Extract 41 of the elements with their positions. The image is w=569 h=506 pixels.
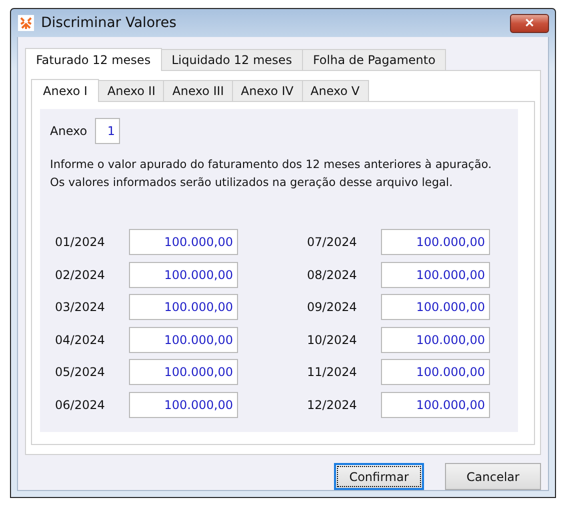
month-label: 01/2024 (55, 235, 106, 249)
month-label: 08/2024 (307, 268, 358, 282)
value-field[interactable]: 100.000,00 (381, 294, 490, 320)
month-label: 07/2024 (307, 235, 358, 249)
annex-tab[interactable]: Anexo V (302, 80, 369, 101)
value-field[interactable]: 100.000,00 (129, 294, 238, 320)
value-field[interactable]: 100.000,00 (129, 262, 238, 288)
tab[interactable]: Folha de Pagamento (302, 49, 446, 70)
value-field[interactable]: 100.000,00 (381, 326, 490, 353)
value-field[interactable]: 100.000,00 (381, 359, 490, 386)
info-text: Os valores informados serão utilizados na geração desse arquivo legal. (50, 176, 454, 189)
info-text: Informe o valor apurado do faturamento dos 12 meses anteriores à apuração. (50, 158, 493, 171)
confirm-button[interactable]: Confirmar (334, 463, 424, 490)
month-label: 06/2024 (55, 398, 106, 412)
annex-tab[interactable]: Anexo I (31, 79, 100, 102)
value-field[interactable]: 100.000,00 (381, 262, 490, 288)
value-field[interactable]: 100.000,00 (129, 392, 238, 418)
value-field[interactable]: 100.000,00 (129, 229, 238, 255)
annex-tab[interactable]: Anexo III (163, 80, 233, 101)
value-field[interactable]: 100.000,00 (381, 392, 490, 418)
annex-field[interactable]: 1 (95, 118, 120, 144)
month-label: 11/2024 (307, 365, 358, 380)
value-field[interactable]: 100.000,00 (129, 326, 238, 353)
annex-label: Anexo (50, 124, 88, 138)
close-button[interactable]: ✕ (510, 14, 549, 32)
month-label: 09/2024 (307, 300, 358, 314)
month-label: 12/2024 (307, 398, 358, 412)
annex-tab[interactable]: Anexo II (98, 80, 164, 101)
window-title: Discriminar Valores (41, 15, 178, 31)
month-label: 03/2024 (55, 300, 106, 314)
month-label: 10/2024 (307, 332, 358, 347)
month-label: 05/2024 (55, 365, 106, 380)
value-field[interactable]: 100.000,00 (381, 229, 490, 255)
app-logo-icon (18, 15, 34, 31)
tab[interactable]: Faturado 12 meses (25, 48, 162, 71)
tab[interactable]: Liquidado 12 meses (160, 49, 303, 70)
value-field[interactable]: 100.000,00 (129, 359, 238, 386)
month-label: 02/2024 (55, 268, 106, 282)
annex-tab[interactable]: Anexo IV (232, 80, 302, 101)
cancel-button[interactable]: Cancelar (445, 463, 541, 490)
month-label: 04/2024 (55, 332, 106, 347)
